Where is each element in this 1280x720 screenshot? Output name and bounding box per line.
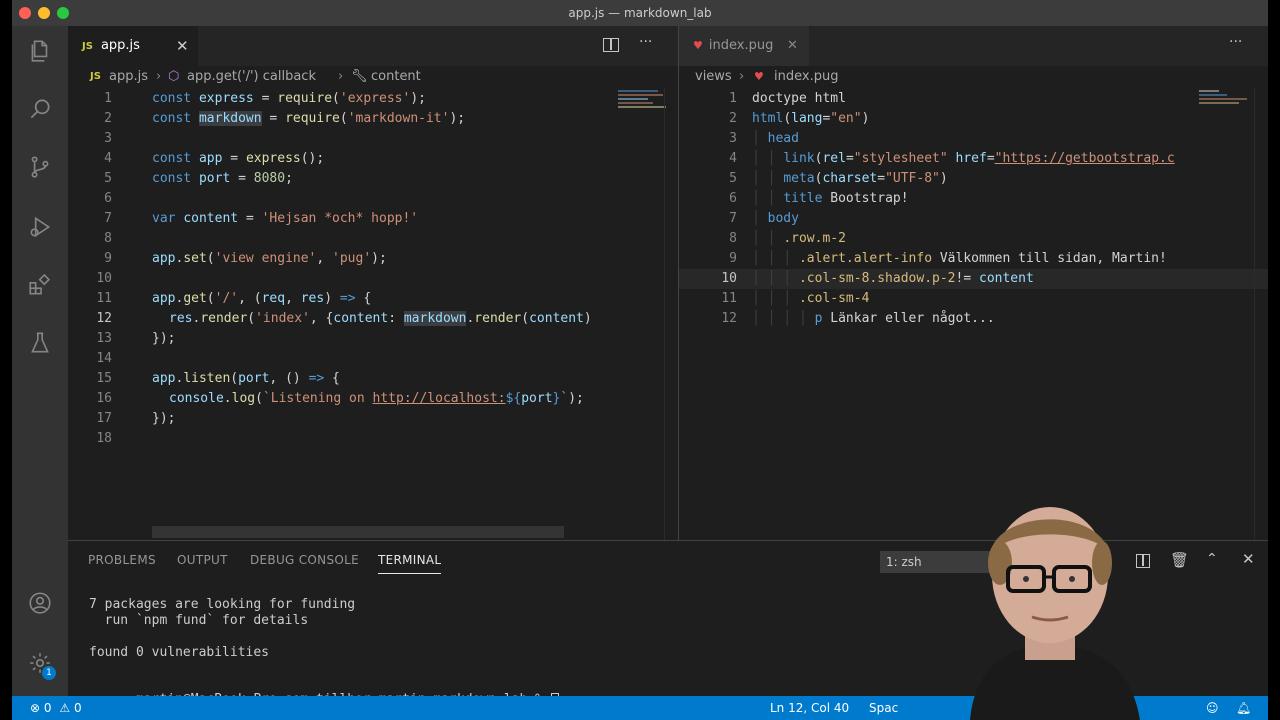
left-tabs-bar: JS app.js ✕ ··· — [68, 26, 678, 66]
cursor-position[interactable]: Ln 12, Col 40 — [770, 696, 849, 720]
run-debug-icon[interactable] — [26, 214, 54, 242]
breadcrumb-symbol[interactable]: content — [371, 66, 421, 88]
title-bar: app.js — markdown_lab — [12, 0, 1268, 26]
indentation-status[interactable]: Spac — [869, 696, 898, 720]
tab-app-js[interactable]: JS app.js ✕ — [68, 26, 198, 66]
testing-icon[interactable] — [26, 330, 54, 358]
code-line: 9 │ │ │ .alert.alert-info Välkommen till … — [729, 251, 1167, 266]
close-tab-icon[interactable]: ✕ — [787, 26, 798, 66]
search-icon[interactable] — [26, 96, 54, 124]
breadcrumb-file[interactable]: index.pug — [774, 66, 838, 88]
code-line: 4 │ │ link(rel="stylesheet" href="https:/… — [729, 151, 1175, 166]
code-line: 16 console.log(`Listening on http://local… — [96, 391, 584, 406]
manage-badge: 1 — [42, 666, 56, 680]
close-tab-icon[interactable]: ✕ — [176, 26, 189, 66]
breadcrumb-folder[interactable]: views — [695, 66, 732, 88]
warning-icon: ⚠ — [59, 701, 71, 715]
window-title: app.js — markdown_lab — [568, 6, 712, 20]
vertical-scrollbar[interactable] — [1254, 88, 1268, 540]
code-line: 6 │ │ title Bootstrap! — [729, 191, 909, 206]
left-breadcrumb: JS app.js › ⬡ app.get('/') callback › 🔧︎… — [68, 66, 678, 88]
source-control-icon[interactable] — [26, 154, 54, 182]
code-line: 12 │ │ │ │ p Länkar eller något... — [721, 311, 995, 326]
code-line: 5 const port = 8080; — [104, 171, 293, 186]
account-icon[interactable] — [26, 590, 54, 618]
minimap[interactable] — [1199, 90, 1251, 114]
right-breadcrumb: views › ♥ index.pug — [679, 66, 1268, 88]
js-file-icon: JS — [82, 41, 93, 52]
tab-terminal[interactable]: TERMINAL — [378, 553, 442, 574]
code-line: 15 app.listen(port, () => { — [96, 371, 340, 386]
code-line: 2 html(lang="en") — [729, 111, 870, 126]
code-line: 13}); — [96, 331, 176, 346]
terminal-line: 7 packages are looking for funding — [89, 597, 356, 612]
code-line: 8 — [104, 231, 112, 246]
error-icon: ⊗ — [30, 701, 41, 715]
terminal-line: run `npm fund` for details — [89, 613, 309, 628]
code-line: 10 │ │ │ .col-sm-8.shadow.p-2!= content — [679, 269, 1268, 289]
right-editor-group: ♥ index.pug ✕ ··· views › ♥ index.pug 1 do… — [679, 26, 1268, 540]
tab-output[interactable]: OUTPUT — [177, 553, 228, 567]
tab-problems[interactable]: PROBLEMS — [88, 553, 156, 567]
right-tabs-bar: ♥ index.pug ✕ ··· — [679, 26, 1268, 66]
chevron-right-icon: › — [739, 69, 745, 84]
code-line: 17}); — [96, 411, 176, 426]
files-icon[interactable] — [26, 38, 54, 66]
tab-index-pug[interactable]: ♥ index.pug ✕ — [679, 26, 809, 66]
tab-label: app.js — [100, 38, 140, 53]
pug-file-icon: ♥ — [754, 70, 764, 83]
chevron-right-icon: › — [338, 69, 344, 84]
problems-status[interactable]: ⊗ 0 ⚠ 0 — [30, 696, 82, 720]
error-count: 0 — [43, 701, 52, 715]
split-editor-icon[interactable] — [603, 38, 619, 52]
code-line: 7 var content = 'Hejsan *och* hopp!' — [104, 211, 419, 226]
terminal-line: found 0 vulnerabilities — [89, 645, 270, 660]
webcam-overlay — [900, 495, 1280, 720]
tab-label: index.pug — [708, 38, 774, 53]
manage-gear-icon[interactable]: 1 — [26, 650, 56, 680]
code-line: 5 │ │ meta(charset="UTF-8") — [729, 171, 948, 186]
code-line: 8 │ │ .row.m-2 — [729, 231, 846, 246]
chevron-right-icon: › — [156, 69, 162, 84]
breadcrumb-symbol[interactable]: app.get('/') callback — [187, 66, 316, 88]
more-actions-icon[interactable]: ··· — [1229, 34, 1242, 50]
code-line: 6 — [104, 191, 112, 206]
activity-bar: 1 — [12, 26, 68, 696]
pug-file-icon: ♥ — [693, 39, 703, 52]
code-line: 9 app.set('view engine', 'pug'); — [104, 251, 387, 266]
method-icon: ⬡ — [168, 69, 180, 84]
code-line: 11 │ │ │ .col-sm-4 — [721, 291, 870, 306]
code-line: 1 const express = require('express'); — [104, 91, 426, 106]
code-line: 2 const markdown = require('markdown-it')… — [104, 111, 466, 126]
extensions-icon[interactable] — [26, 272, 54, 300]
js-file-icon: JS — [90, 71, 101, 82]
horizontal-scrollbar[interactable] — [152, 526, 564, 538]
tab-debug-console[interactable]: DEBUG CONSOLE — [250, 553, 359, 567]
code-line: 18 — [96, 431, 112, 446]
minimap[interactable] — [618, 90, 670, 120]
left-editor-group: JS app.js ✕ ··· JS app.js › ⬡ app.get('/'… — [68, 26, 678, 540]
code-line: 14 — [96, 351, 112, 366]
more-actions-icon[interactable]: ··· — [639, 34, 652, 50]
vertical-scrollbar[interactable] — [664, 88, 678, 540]
code-line: 3 │ head — [729, 131, 799, 146]
code-line: 1 doctype html — [729, 91, 846, 106]
code-line: 11 app.get('/', (req, res) => { — [96, 291, 372, 306]
code-line: 10 — [96, 271, 112, 286]
code-line: 7 │ body — [729, 211, 799, 226]
breadcrumb-file[interactable]: app.js — [109, 66, 148, 88]
wrench-icon: 🔧︎ — [351, 69, 368, 84]
code-line: 4 const app = express(); — [104, 151, 325, 166]
code-line: 3 — [104, 131, 112, 146]
code-line: 12 res.render('index', {content: markdown… — [96, 311, 592, 326]
warning-count: 0 — [73, 701, 82, 715]
